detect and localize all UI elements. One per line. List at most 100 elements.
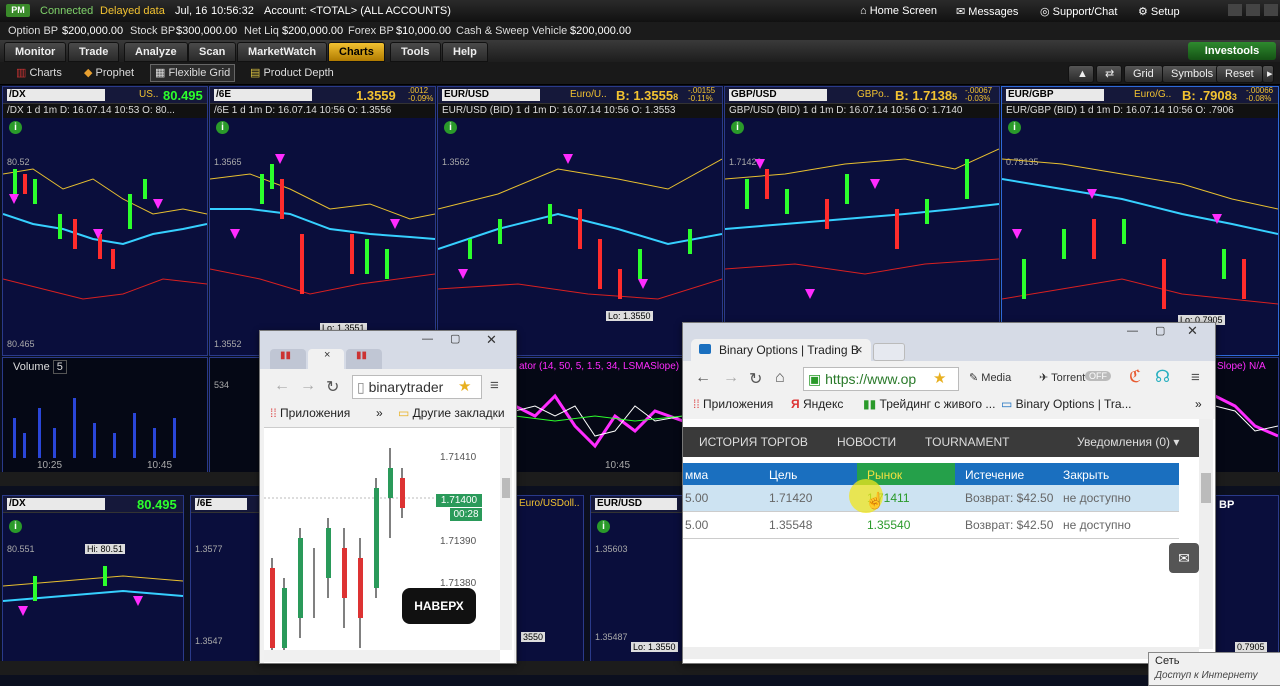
notifications-dropdown[interactable]: Уведомления (0) ▾ — [1077, 435, 1179, 449]
chart-panel-eurusd-bottom-2[interactable]: EUR/USD i 1.35603 1.35487 Lo: 1.3550 — [590, 495, 684, 663]
investools-button[interactable]: Investools — [1188, 42, 1276, 60]
messages-button[interactable]: ✉ Messages — [956, 5, 1018, 18]
symbols-button[interactable]: Symbols — [1162, 65, 1223, 83]
bookmark-binary[interactable]: ▭ Binary Options | Tra... — [1001, 397, 1132, 411]
browser-window-main[interactable]: Binary Options | Trading B × — ▢ ✕ ← → ↻… — [682, 322, 1216, 664]
close-tab-icon[interactable]: × — [324, 349, 330, 361]
chat-icon[interactable]: ✉ — [1169, 543, 1199, 573]
tab-monitor[interactable]: Monitor — [4, 42, 67, 62]
star-icon[interactable]: ★ — [933, 369, 946, 387]
chart-panel-6e-bottom[interactable]: /6E 1.3577 1.3547 — [190, 495, 260, 663]
forward-icon[interactable]: → — [300, 377, 316, 395]
tab-marketwatch[interactable]: MarketWatch — [237, 42, 328, 62]
account-selector[interactable]: Account: <TOTAL> (ALL ACCOUNTS) — [264, 5, 451, 17]
scrollbar-thumb[interactable] — [1201, 473, 1211, 503]
scrollbar[interactable] — [1199, 419, 1213, 649]
tab-analyze[interactable]: Analyze — [124, 42, 188, 62]
scroll-top-button[interactable]: НАВЕРХ — [402, 588, 476, 624]
browser-tab[interactable]: ▮▮ — [346, 349, 382, 369]
chart-panel-eurgbp[interactable]: EUR/GBP Euro/G.. B: .79083 -.00066 -0.08%… — [1001, 86, 1279, 356]
back-icon[interactable]: ← — [274, 377, 290, 395]
tab-charts[interactable]: Charts — [328, 42, 385, 62]
tab-tools[interactable]: Tools — [390, 42, 441, 62]
subtab-product-depth[interactable]: ▤ Product Depth — [250, 66, 334, 79]
bookmark-apps[interactable]: ⁞⁞ Приложения — [270, 406, 350, 420]
torrent-extension[interactable]: ✈ Torrent — [1039, 371, 1085, 384]
reload-icon[interactable]: ↻ — [326, 377, 339, 397]
chart-panel-eurgbp-bottom[interactable]: BP 0.7905 — [1214, 495, 1279, 663]
bookmarks-more[interactable]: » — [1195, 397, 1202, 411]
chart-panel-gbpusd[interactable]: GBP/USD GBPo.. B: 1.71385 -.00067 -0.03% … — [724, 86, 1000, 356]
bell-icon[interactable]: ▲ — [1068, 65, 1094, 83]
symbol-input[interactable]: /6E — [214, 89, 312, 101]
reset-button[interactable]: Reset — [1216, 65, 1263, 83]
link-icon[interactable]: ⇄ — [1096, 65, 1122, 83]
scrollbar[interactable] — [500, 428, 512, 650]
maximize-icon[interactable]: ▢ — [1155, 324, 1165, 337]
nav-news[interactable]: НОВОСТИ — [837, 435, 896, 449]
close-icon[interactable]: ✕ — [1187, 323, 1198, 339]
subtab-flexible-grid[interactable]: ▦ Flexible Grid — [150, 64, 236, 82]
tab-trade[interactable]: Trade — [68, 42, 120, 62]
maximize-button[interactable] — [1246, 4, 1260, 16]
back-icon[interactable]: ← — [695, 369, 711, 387]
table-row[interactable]: 5.00 1.35548 1.35540 Возврат: $42.50 не … — [683, 512, 1179, 539]
table-row[interactable]: 5.00 1.71420 1.71411 Возврат: $42.50 не … — [683, 485, 1179, 512]
browser-tab-active[interactable]: Binary Options | Trading B × — [691, 339, 871, 361]
menu-icon[interactable]: ≡ — [1191, 369, 1200, 386]
bookmark-yandex[interactable]: Я Яндекс — [791, 397, 843, 411]
minimize-icon[interactable]: — — [1127, 325, 1138, 337]
symbol-input[interactable]: /DX — [7, 89, 105, 101]
h-scrollbar[interactable] — [683, 647, 1199, 659]
browser-window-small[interactable]: ▮▮ × ▮▮ — ▢ ✕ ← → ↻ ▯ binarytrader ★ ≡ ⁞… — [259, 330, 517, 664]
tab-help[interactable]: Help — [442, 42, 488, 62]
symbol-input[interactable]: EUR/USD — [442, 89, 540, 101]
grid-button[interactable]: Grid — [1124, 65, 1163, 83]
star-icon[interactable]: ★ — [458, 377, 471, 395]
support-chat-button[interactable]: ◎ Support/Chat — [1040, 5, 1117, 18]
close-icon[interactable]: ✕ — [486, 332, 506, 347]
menu-icon[interactable]: ≡ — [490, 377, 499, 394]
chart-panel-dx[interactable]: /DX US.. 80.495 /DX 1 d 1m D: 16.07.14 1… — [2, 86, 208, 356]
bookmarks-more[interactable]: » — [376, 406, 383, 420]
symbol-input[interactable]: /6E — [195, 498, 247, 510]
h-scrollbar[interactable] — [264, 650, 500, 662]
scrollbar-thumb[interactable] — [502, 478, 510, 498]
bookmark-other[interactable]: ▭ Другие закладки — [398, 406, 505, 420]
forward-icon[interactable]: → — [723, 369, 739, 387]
close-button[interactable] — [1264, 4, 1278, 16]
headphones-icon[interactable]: ☊ — [1155, 367, 1170, 387]
chart-panel-6e[interactable]: /6E 1.3559 .0012 -0.09% /6E 1 d 1m D: 16.… — [209, 86, 436, 356]
media-extension[interactable]: ✎ Media — [969, 371, 1011, 384]
toggle-off[interactable]: OFF — [1085, 371, 1111, 381]
close-tab-icon[interactable]: × — [855, 342, 863, 357]
setup-button[interactable]: ⚙ Setup — [1138, 5, 1180, 18]
more-icon[interactable]: ▸ — [1262, 65, 1274, 83]
extension-c-icon[interactable]: ℭ — [1129, 367, 1141, 387]
browser-tab-active[interactable]: × — [308, 349, 344, 369]
new-tab-button[interactable] — [873, 343, 905, 361]
subtab-prophet[interactable]: ◆ Prophet — [84, 66, 134, 79]
subtab-charts[interactable]: ▥ Charts — [16, 66, 62, 79]
info-icon[interactable]: i — [597, 520, 610, 533]
info-icon[interactable]: i — [9, 520, 22, 533]
nav-trade-history[interactable]: ИСТОРИЯ ТОРГОВ — [699, 435, 808, 449]
home-icon[interactable]: ⌂ — [775, 369, 785, 387]
symbol-input[interactable]: /DX — [7, 498, 105, 510]
bookmark-apps[interactable]: ⁞⁞ Приложения — [693, 397, 773, 411]
symbol-input[interactable]: EUR/USD — [595, 498, 677, 510]
minimize-icon[interactable]: — — [422, 333, 442, 347]
tab-scan[interactable]: Scan — [188, 42, 237, 62]
home-screen-button[interactable]: ⌂ Home Screen — [860, 5, 937, 17]
maximize-icon[interactable]: ▢ — [450, 332, 470, 346]
browser-tab[interactable]: ▮▮ — [270, 349, 306, 369]
minimize-button[interactable] — [1228, 4, 1242, 16]
bookmark-trading[interactable]: ▮▮ Трейдинг с живого ... — [863, 397, 995, 411]
chart-panel-eurusd-bottom[interactable]: Euro/USDoll.. 3550 — [516, 495, 584, 663]
chart-panel-dx-bottom[interactable]: /DX 80.495 i 80.551 Hi: 80.51 — [2, 495, 184, 663]
nav-tournament[interactable]: TOURNAMENT — [925, 435, 1009, 449]
reload-icon[interactable]: ↻ — [749, 369, 762, 389]
symbol-input[interactable]: EUR/GBP — [1006, 89, 1104, 101]
symbol-input[interactable]: GBP/USD — [729, 89, 827, 101]
chart-panel-eurusd[interactable]: EUR/USD Euro/U.. B: 1.35558 -.00155 -0.11… — [437, 86, 723, 356]
